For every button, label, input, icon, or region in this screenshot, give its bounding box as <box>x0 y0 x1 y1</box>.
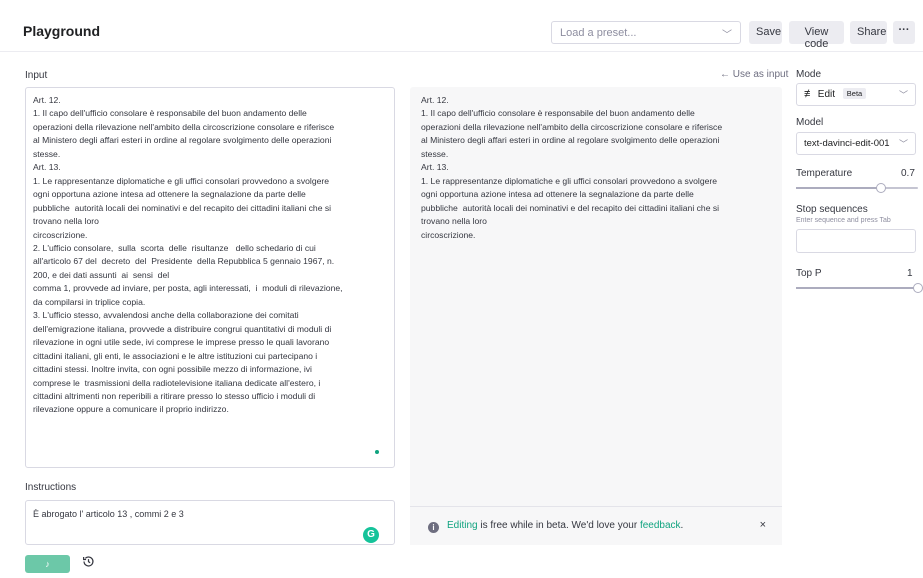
instructions-label: Instructions <box>25 482 77 493</box>
top-p-slider[interactable] <box>796 283 923 293</box>
slider-thumb[interactable] <box>876 183 887 193</box>
submit-button[interactable]: ♪ <box>25 555 70 573</box>
model-label: Model <box>796 117 824 128</box>
mode-label: Mode <box>796 69 822 80</box>
view-code-button[interactable]: View code <box>789 21 844 50</box>
chevron-down-icon: ﹀ <box>898 139 908 149</box>
use-as-input-button[interactable]: ← Use as input <box>720 69 788 80</box>
edit-mode-icon: ≢ <box>804 88 815 100</box>
mode-select[interactable]: ≢ Edit Beta ﹀ <box>796 83 916 106</box>
header-bar: Playground Load a preset... ﹀ Save View … <box>0 0 923 52</box>
temperature-label: Temperature <box>796 168 853 179</box>
notice-end: . <box>680 520 684 531</box>
save-button[interactable]: Save <box>749 21 782 44</box>
top-p-label: Top P <box>796 268 822 279</box>
slider-thumb[interactable] <box>913 283 923 293</box>
instructions-input[interactable]: È abrogato l' articolo 13 , commi 2 e 3 <box>25 500 395 545</box>
more-options-button[interactable]: ··· <box>893 21 915 44</box>
editing-link[interactable]: Editing <box>447 520 478 531</box>
temperature-value: 0.7 <box>901 168 915 179</box>
grammarly-status-icon <box>375 450 379 454</box>
page-title: Playground <box>23 23 101 39</box>
slider-fill <box>796 287 918 289</box>
chevron-down-icon: ﹀ <box>898 90 908 100</box>
stop-sequences-input[interactable] <box>796 229 916 253</box>
output-panel: Art. 12. 1. Il capo dell'ufficio consola… <box>410 87 782 545</box>
feedback-link[interactable]: feedback <box>640 520 681 531</box>
chevron-down-icon: ﹀ <box>722 30 732 41</box>
stop-sequences-label: Stop sequences <box>796 204 868 215</box>
temperature-slider[interactable] <box>796 183 918 193</box>
notice-text: is free while in beta. We'd love your <box>477 520 640 531</box>
mode-value: Edit <box>817 89 836 100</box>
model-value: text-davinci-edit-001 <box>804 138 890 149</box>
close-icon[interactable]: × <box>760 519 766 531</box>
input-textarea[interactable]: Art. 12. 1. Il capo dell'ufficio consola… <box>25 87 395 468</box>
history-icon[interactable] <box>80 555 96 571</box>
input-text: Art. 12. 1. Il capo dell'ufficio consola… <box>33 95 343 415</box>
share-button[interactable]: Share <box>850 21 887 44</box>
output-text: Art. 12. 1. Il capo dell'ufficio consola… <box>421 95 723 240</box>
beta-notice: i Editing is free while in beta. We'd lov… <box>410 506 782 545</box>
model-select[interactable]: text-davinci-edit-001 ﹀ <box>796 132 916 155</box>
grammarly-icon[interactable]: G <box>363 527 379 543</box>
preset-placeholder: Load a preset... <box>560 27 637 39</box>
info-icon: i <box>428 522 439 533</box>
input-label: Input <box>25 70 48 81</box>
beta-badge: Beta <box>842 88 867 99</box>
stop-sequences-help: Enter sequence and press Tab <box>796 217 891 224</box>
instructions-text: È abrogato l' articolo 13 , commi 2 e 3 <box>33 509 184 519</box>
slider-fill <box>796 187 882 189</box>
top-p-value: 1 <box>907 268 913 279</box>
preset-select[interactable]: Load a preset... ﹀ <box>551 21 741 44</box>
